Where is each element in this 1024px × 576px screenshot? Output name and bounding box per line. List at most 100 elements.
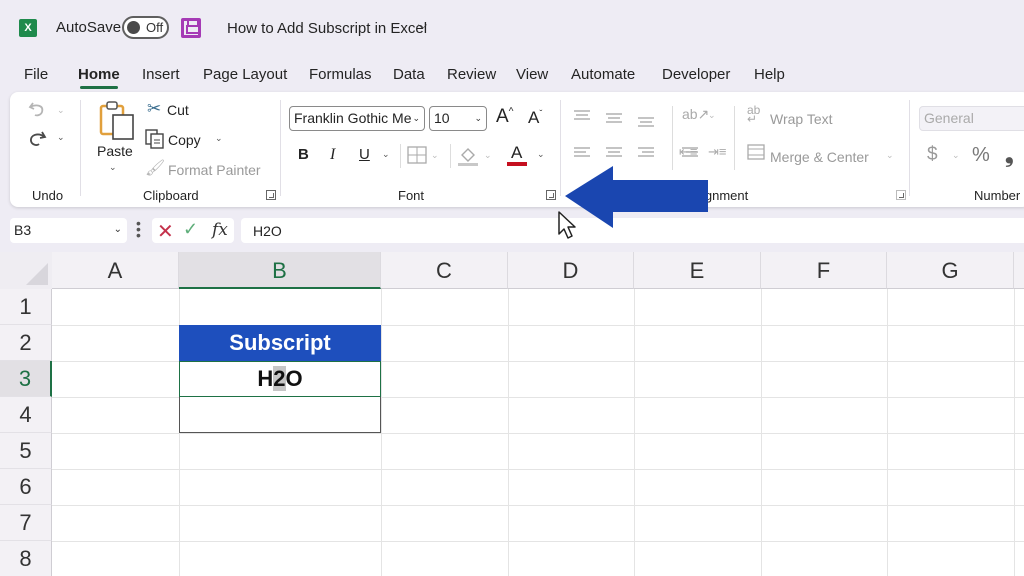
divider bbox=[400, 144, 401, 168]
tab-review[interactable]: Review bbox=[447, 66, 496, 83]
cut-button[interactable]: Cut bbox=[167, 102, 189, 118]
tab-help[interactable]: Help bbox=[754, 66, 785, 83]
enter-icon[interactable]: ✓ bbox=[183, 219, 198, 240]
document-title[interactable]: How to Add Subscript in Excel bbox=[227, 20, 427, 37]
column-header-f[interactable]: F bbox=[761, 252, 887, 289]
font-name-dropdown[interactable]: Franklin Gothic Me ⌄ bbox=[289, 106, 425, 131]
tab-file[interactable]: File bbox=[24, 66, 48, 83]
font-size-dropdown[interactable]: 10 ⌄ bbox=[429, 106, 487, 131]
column-header-e[interactable]: E bbox=[634, 252, 761, 289]
merge-dropdown-icon[interactable]: ⌄ bbox=[886, 150, 894, 161]
row-header-1[interactable]: 1 bbox=[0, 289, 52, 325]
save-icon[interactable] bbox=[181, 18, 201, 38]
paste-icon[interactable] bbox=[98, 100, 136, 140]
currency-dropdown-icon[interactable]: ⌄ bbox=[952, 150, 960, 161]
column-header-d[interactable]: D bbox=[508, 252, 634, 289]
row-header-2[interactable]: 2 bbox=[0, 325, 52, 361]
chevron-down-icon: ⌄ bbox=[412, 113, 420, 123]
row-header-8[interactable]: 8 bbox=[0, 541, 52, 576]
select-all-button[interactable] bbox=[0, 252, 52, 289]
number-group-label: Number bbox=[974, 188, 1021, 203]
excel-icon: X bbox=[19, 19, 37, 37]
percent-button[interactable]: % bbox=[972, 144, 990, 167]
orientation-icon[interactable]: ab↗ bbox=[682, 106, 709, 123]
clipboard-group-label: Clipboard bbox=[143, 188, 199, 203]
autosave-toggle[interactable]: Off bbox=[122, 16, 169, 39]
divider bbox=[450, 144, 451, 168]
redo-icon[interactable] bbox=[26, 129, 48, 149]
underline-dropdown-icon[interactable]: ⌄ bbox=[382, 149, 390, 160]
row-header-7[interactable]: 7 bbox=[0, 505, 52, 541]
currency-button[interactable]: $ bbox=[927, 144, 938, 166]
worksheet-grid[interactable]: A B C D E F G 1 2 3 4 5 6 7 8 bbox=[0, 252, 1024, 576]
row-header-3[interactable]: 3 bbox=[0, 361, 52, 397]
paintbrush-icon: 🖌 bbox=[145, 160, 166, 177]
increase-font-size-button[interactable]: A^ bbox=[496, 106, 513, 128]
more-options-icon[interactable]: • • • bbox=[136, 216, 141, 242]
merge-center-button[interactable]: Merge & Center bbox=[770, 149, 869, 165]
column-header-b[interactable]: B bbox=[179, 252, 381, 289]
font-group-label: Font bbox=[398, 188, 425, 203]
cell-b2[interactable]: Subscript bbox=[179, 325, 381, 361]
tab-formulas[interactable]: Formulas bbox=[309, 66, 372, 83]
increase-indent-icon[interactable]: ⇥≡ bbox=[708, 144, 726, 160]
clipboard-dialog-launcher-icon[interactable] bbox=[266, 190, 276, 200]
borders-icon[interactable] bbox=[407, 146, 427, 164]
chevron-down-icon[interactable]: ⌵ bbox=[418, 18, 427, 33]
borders-dropdown-icon[interactable]: ⌄ bbox=[431, 150, 439, 161]
bold-button[interactable]: B bbox=[298, 146, 309, 163]
fill-color-icon[interactable] bbox=[457, 145, 479, 167]
tab-view[interactable]: View bbox=[516, 66, 548, 83]
formula-buttons: ✕ ✓ fx bbox=[152, 218, 234, 243]
copy-dropdown-icon[interactable]: ⌄ bbox=[215, 133, 223, 144]
orientation-dropdown-icon[interactable]: ⌄ bbox=[708, 110, 716, 121]
font-color-dropdown-icon[interactable]: ⌄ bbox=[537, 149, 545, 160]
scissors-icon: ✂ bbox=[147, 99, 162, 118]
tab-automate[interactable]: Automate bbox=[571, 66, 635, 83]
tab-page-layout[interactable]: Page Layout bbox=[203, 66, 287, 83]
row-header-4[interactable]: 4 bbox=[0, 397, 52, 433]
tab-insert[interactable]: Insert bbox=[142, 66, 180, 83]
wrap-text-icon: ab ↵ bbox=[747, 103, 761, 126]
autosave-state: Off bbox=[146, 20, 164, 35]
cell-text-post: O bbox=[285, 366, 303, 391]
tab-data[interactable]: Data bbox=[393, 66, 425, 83]
row-header-5[interactable]: 5 bbox=[0, 433, 52, 469]
fill-color-dropdown-icon[interactable]: ⌄ bbox=[484, 150, 492, 161]
cell-b4[interactable] bbox=[179, 397, 381, 433]
decrease-font-size-button[interactable]: Aˇ bbox=[528, 108, 542, 128]
formula-content: H2O bbox=[253, 223, 282, 239]
undo-group-label: Undo bbox=[32, 188, 64, 203]
cell-b3-active[interactable]: H2O bbox=[179, 361, 381, 397]
row-header-6[interactable]: 6 bbox=[0, 469, 52, 505]
undo-icon[interactable] bbox=[28, 100, 48, 118]
decrease-indent-icon[interactable]: ⇤≡ bbox=[679, 144, 697, 160]
redo-dropdown-icon[interactable]: ⌄ bbox=[57, 132, 65, 143]
paste-dropdown-icon[interactable]: ⌄ bbox=[109, 162, 117, 173]
name-box[interactable]: B3 ⌄ bbox=[10, 218, 127, 243]
number-format-dropdown[interactable]: General bbox=[919, 106, 1024, 131]
column-header-a[interactable]: A bbox=[52, 252, 179, 289]
font-dialog-launcher-icon[interactable] bbox=[546, 190, 556, 200]
undo-dropdown-icon[interactable]: ⌄ bbox=[57, 105, 65, 116]
column-header-h[interactable] bbox=[1014, 252, 1024, 289]
column-header-g[interactable]: G bbox=[887, 252, 1014, 289]
tab-developer[interactable]: Developer bbox=[662, 66, 730, 83]
column-header-c[interactable]: C bbox=[381, 252, 508, 289]
font-color-button[interactable]: A bbox=[507, 143, 527, 167]
cancel-icon[interactable]: ✕ bbox=[157, 219, 174, 244]
alignment-dialog-launcher-icon[interactable] bbox=[896, 190, 906, 200]
autosave-label: AutoSave bbox=[56, 19, 122, 36]
format-painter-button[interactable]: Format Painter bbox=[168, 162, 261, 178]
underline-button[interactable]: U bbox=[359, 146, 370, 163]
wrap-text-button[interactable]: Wrap Text bbox=[770, 111, 833, 127]
insert-function-icon[interactable]: fx bbox=[212, 220, 228, 240]
divider bbox=[734, 106, 735, 170]
group-separator bbox=[909, 100, 910, 196]
copy-button[interactable]: Copy bbox=[168, 132, 201, 148]
comma-style-button[interactable]: ❟ bbox=[1005, 142, 1014, 168]
tab-home[interactable]: Home bbox=[78, 66, 120, 89]
ribbon: ⌄ ⌄ Undo Paste ⌄ ✂ Cut Copy ⌄ 🖌 Format P… bbox=[10, 92, 1024, 207]
italic-button[interactable]: I bbox=[330, 146, 335, 164]
paste-button[interactable]: Paste bbox=[97, 143, 133, 159]
